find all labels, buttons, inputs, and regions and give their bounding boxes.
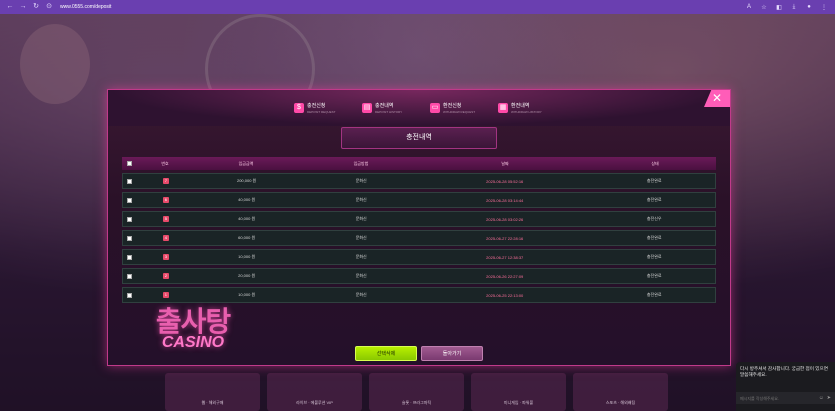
row-method: 문화신 (355, 273, 367, 278)
row-number-badge: 1 (162, 292, 169, 298)
row-number-badge: 6 (162, 197, 169, 203)
history-table: 번호 입금금액 입금방법 날짜 상태 7 200,000 원 문화신 2025-06-… (122, 157, 716, 303)
row-amount: 20,000 원 (238, 273, 256, 278)
tab-deposit-request[interactable]: $ 충전신청 DEPOSIT REQUEST (294, 102, 362, 124)
table-header: 번호 입금금액 입금방법 날짜 상태 (122, 157, 716, 170)
forward-arrow-icon[interactable]: → (19, 0, 27, 14)
row-date: 2025-06-28 03:14:44 (486, 197, 524, 203)
menu-icon[interactable]: ⋮ (819, 4, 829, 11)
row-checkbox[interactable] (127, 273, 133, 279)
row-method: 문화신 (355, 292, 367, 297)
row-date: 2025-06-27 12:38:37 (486, 254, 524, 260)
row-method: 문화신 (355, 254, 367, 259)
emoji-icon[interactable]: ☺ (819, 395, 824, 401)
row-amount: 200,000 원 (236, 178, 257, 183)
modal-header: $ 충전신청 DEPOSIT REQUEST ▤ 충전내역 DEPOSIT HIST… (108, 90, 730, 126)
row-date: 2025-06-25 22:13:00 (486, 292, 524, 298)
row-checkbox[interactable] (127, 178, 133, 184)
row-date: 2025-06-27 22:28:16 (486, 235, 524, 241)
header-status: 상태 (651, 160, 659, 166)
row-method: 문화신 (355, 197, 367, 202)
profile-icon[interactable]: ● (804, 4, 814, 10)
tab-withdraw-request[interactable]: ▭ 환전신청 WITHDRAW REQUEST (430, 102, 498, 124)
casino-logo: 출사탕 CASINO (155, 305, 231, 351)
extensions-icon[interactable]: ◧ (774, 4, 784, 11)
coins-icon: $ (294, 103, 304, 113)
header-amount: 입금금액 (238, 160, 254, 166)
cash-icon: ▭ (430, 103, 440, 113)
row-amount: 10,000 원 (238, 254, 256, 259)
modal-tabs: $ 충전신청 DEPOSIT REQUEST ▤ 충전내역 DEPOSIT HIST… (294, 102, 566, 124)
row-amount: 40,000 원 (238, 197, 256, 202)
row-status: 충전완료 (646, 235, 662, 240)
delete-selected-button[interactable]: 선택삭제 (355, 346, 417, 361)
tab-withdraw-history[interactable]: ▦ 환전내역 WITHDRAW HISTORY (498, 102, 566, 124)
game-card[interactable]: 슬롯 · 프라그마틱 (369, 373, 464, 411)
header-method: 입금방법 (353, 160, 369, 166)
row-status: 충전완료 (646, 254, 662, 259)
row-number-badge: 3 (162, 254, 169, 260)
row-amount: 10,000 원 (238, 292, 256, 297)
row-date: 2025-06-26 22:27:09 (486, 273, 524, 279)
row-number-badge: 7 (162, 178, 169, 184)
row-checkbox[interactable] (127, 216, 133, 222)
chat-input[interactable] (740, 395, 816, 401)
game-card[interactable]: 미니게임 · 파워볼 (471, 373, 566, 411)
modal-title: 충전내역 (341, 127, 497, 149)
browser-toolbar: ← → ↻ ⊙ www.0555.com/deposit A ☆ ◧ ⤓ ● ⋮ (0, 0, 835, 14)
send-icon[interactable]: ➤ (827, 395, 831, 401)
table-body: 7 200,000 원 문화신 2025-06-28 05:52:16 충전완료 6 40,… (122, 173, 716, 303)
row-number-badge: 2 (162, 273, 169, 279)
go-back-button[interactable]: 돌아가기 (421, 346, 483, 361)
table-row: 5 40,000 원 문화신 2025-06-28 03:02:26 충전신우 (122, 211, 716, 227)
table-row: 2 20,000 원 문화신 2025-06-26 22:27:09 충전완료 (122, 268, 716, 284)
chat-widget: 다시 방주셔서 감사합니다. 궁금한 점이 있으면 말씀해주세요. ☺ ➤ (736, 362, 835, 411)
bookmark-star-icon[interactable]: ☆ (759, 4, 769, 11)
row-number-badge: 4 (162, 235, 169, 241)
row-method: 문화신 (355, 178, 367, 183)
row-status: 충전완료 (646, 197, 662, 202)
site-info-icon[interactable]: ⊙ (45, 0, 53, 14)
row-checkbox[interactable] (127, 197, 133, 203)
row-amount: 60,000 원 (238, 235, 256, 240)
game-card[interactable]: 웹 · 해외구매 (165, 373, 260, 411)
row-status: 충전완료 (646, 178, 662, 183)
row-status: 충전완료 (646, 273, 662, 278)
table-row: 4 60,000 원 문화신 2025-06-27 22:28:16 충전완료 (122, 230, 716, 246)
row-checkbox[interactable] (127, 235, 133, 241)
select-all-checkbox[interactable] (126, 161, 132, 166)
table-row: 6 40,000 원 문화신 2025-06-28 03:14:44 충전완료 (122, 192, 716, 208)
translate-icon[interactable]: A (744, 4, 754, 10)
clipboard-icon: ▦ (498, 103, 508, 113)
chat-message: 다시 방주셔서 감사합니다. 궁금한 점이 있으면 말씀해주세요. (740, 366, 828, 377)
row-status: 충전신우 (646, 216, 662, 221)
address-bar[interactable]: www.0555.com/deposit (60, 4, 111, 10)
row-amount: 40,000 원 (238, 216, 256, 221)
document-icon: ▤ (362, 103, 372, 113)
header-number: 번호 (161, 160, 169, 166)
header-date: 날짜 (501, 160, 509, 166)
table-row: 7 200,000 원 문화신 2025-06-28 05:52:16 충전완료 (122, 173, 716, 189)
row-date: 2025-06-28 05:52:16 (486, 178, 524, 184)
download-icon[interactable]: ⤓ (789, 4, 799, 11)
row-checkbox[interactable] (127, 254, 133, 260)
table-row: 3 10,000 원 문화신 2025-06-27 12:38:37 충전완료 (122, 249, 716, 265)
chat-input-row: ☺ ➤ (736, 392, 835, 404)
row-date: 2025-06-28 03:02:26 (486, 216, 524, 222)
row-checkbox[interactable] (127, 292, 133, 298)
back-arrow-icon[interactable]: ← (6, 0, 14, 14)
row-method: 문화신 (355, 216, 367, 221)
row-method: 문화신 (355, 235, 367, 240)
game-card[interactable]: 스포츠 · 해외배팅 (573, 373, 668, 411)
row-status: 충전완료 (646, 292, 662, 297)
game-card[interactable]: 라이브 · 에볼루션 VIP (267, 373, 362, 411)
tab-deposit-history[interactable]: ▤ 충전내역 DEPOSIT HISTORY (362, 102, 430, 124)
row-number-badge: 5 (162, 216, 169, 222)
reload-icon[interactable]: ↻ (32, 0, 40, 14)
